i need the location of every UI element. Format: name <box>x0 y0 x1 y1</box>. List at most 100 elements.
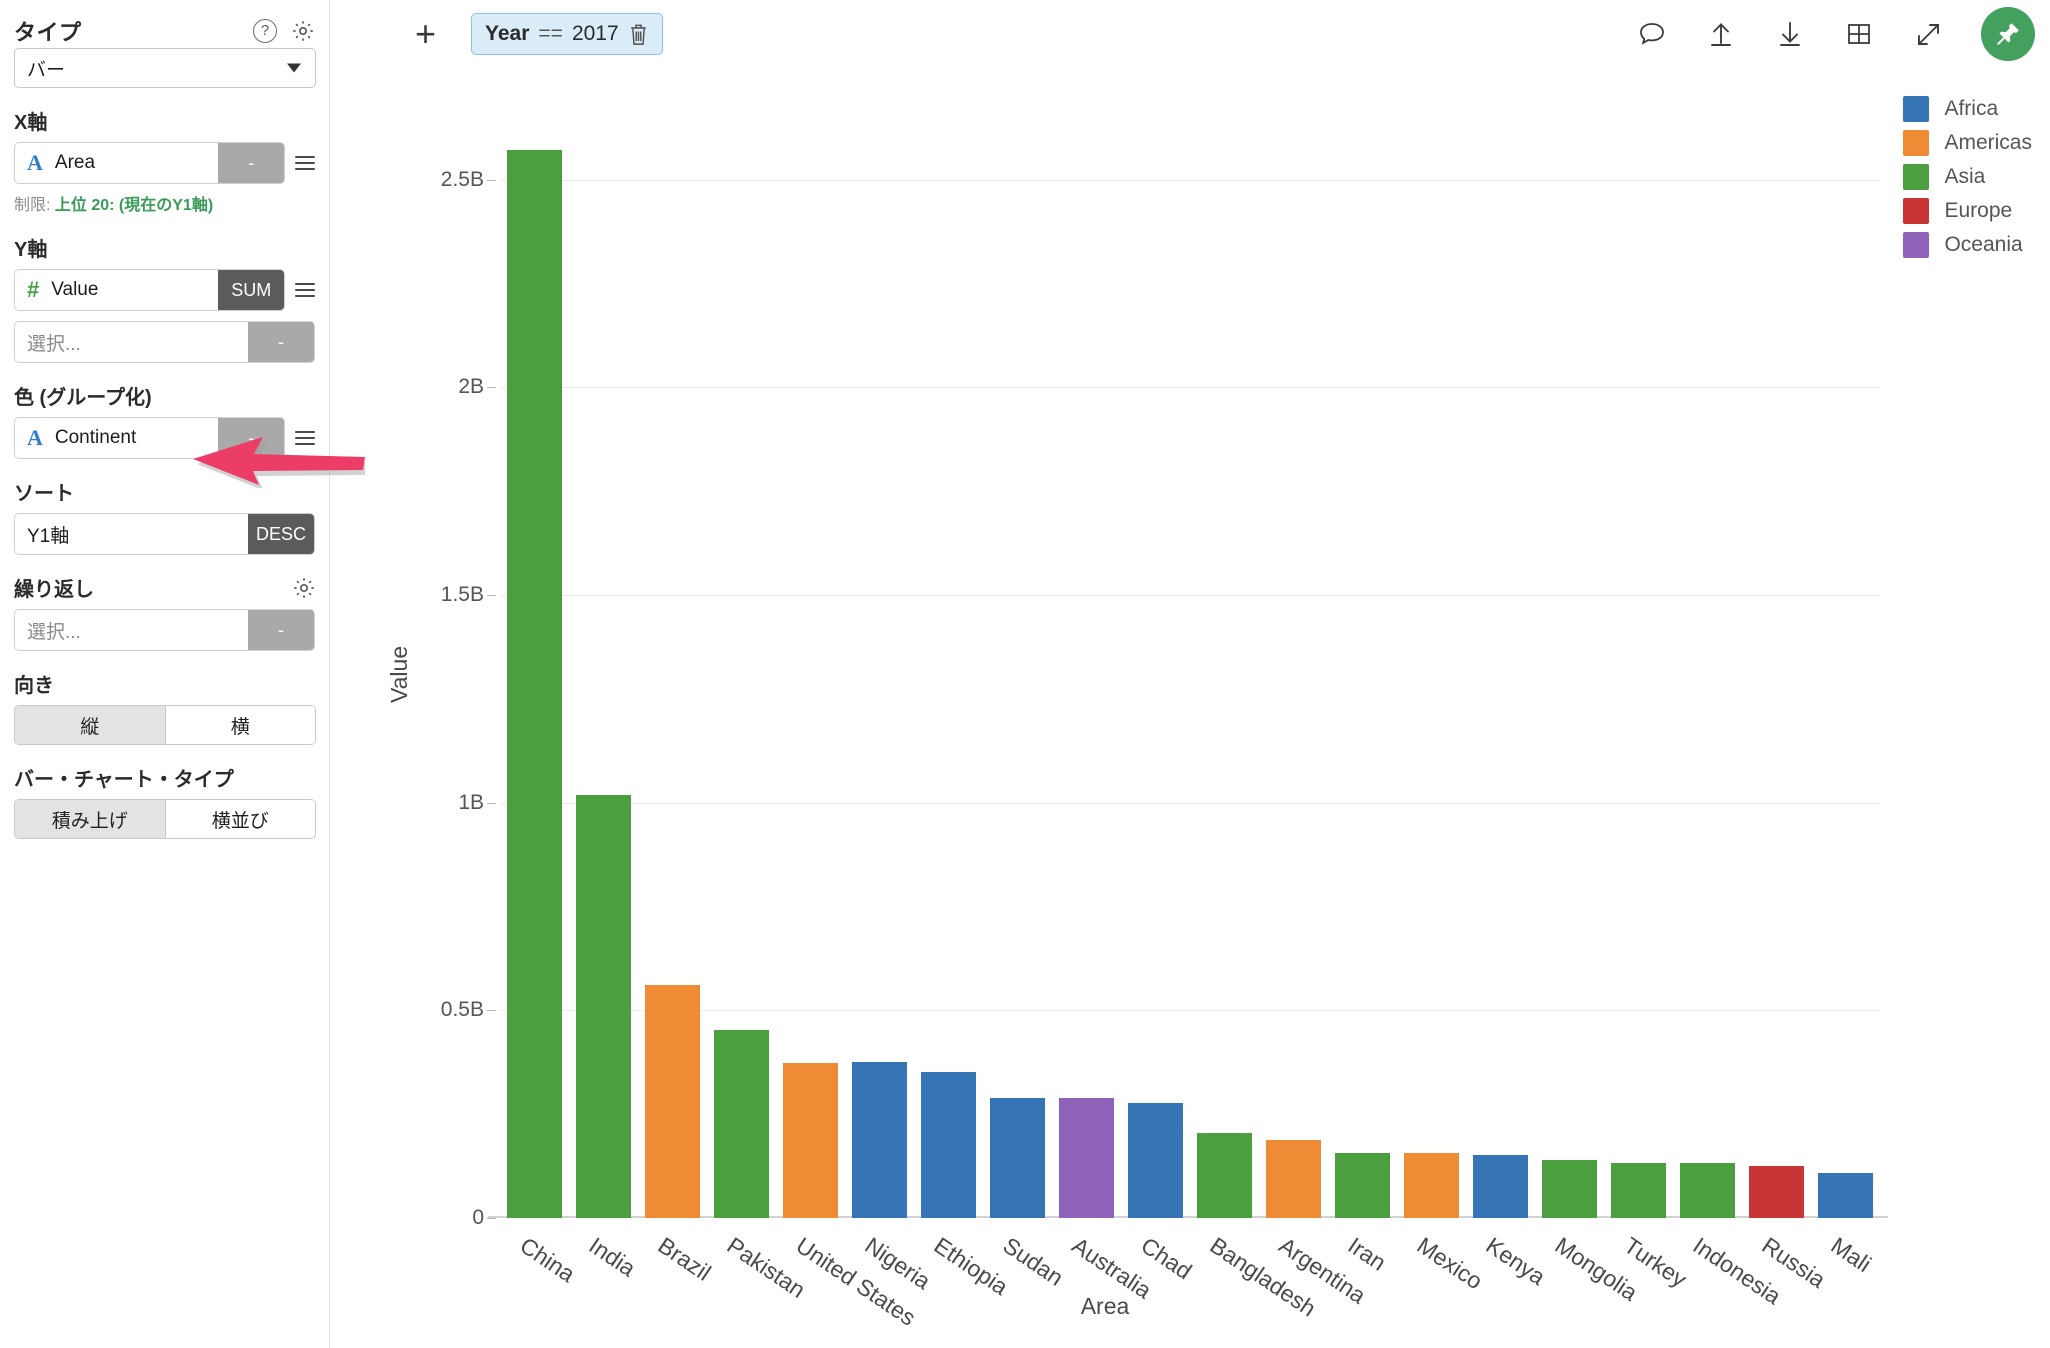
legend-item-europe[interactable]: Europe <box>1903 198 2032 224</box>
question-mark-circle-icon[interactable]: ? <box>253 19 277 43</box>
trash-icon[interactable] <box>628 23 649 46</box>
x-axis-tick-label: Mexico <box>1412 1232 1488 1295</box>
y-axis-tick-label: 2B <box>458 375 484 399</box>
repeat-field-box[interactable]: 選択... - <box>14 609 315 651</box>
bar-australia[interactable] <box>1059 1098 1114 1218</box>
y-axis-label: Y軸 <box>14 239 48 261</box>
x-axis-agg-chip[interactable]: - <box>218 143 285 183</box>
bar-argentina[interactable] <box>1266 1139 1321 1218</box>
color-group-field-box[interactable]: A Continent - <box>14 417 286 459</box>
color-group-field-name[interactable]: A Continent <box>15 425 218 451</box>
x-axis-tick-label: Mali <box>1826 1232 1877 1278</box>
download-icon[interactable] <box>1774 18 1806 50</box>
x-axis-field-box[interactable]: A Area - <box>14 142 286 184</box>
chevron-down-icon <box>287 63 301 73</box>
legend-swatch-icon <box>1903 96 1930 122</box>
bar-chart-type-toggle: 積み上げ 横並び <box>14 799 316 839</box>
legend-item-africa[interactable]: Africa <box>1903 96 2032 122</box>
x-axis-label: X軸 <box>14 112 48 134</box>
y-axis-tick-mark <box>487 802 496 804</box>
legend-label: Oceania <box>1944 233 2023 256</box>
chart-type-select[interactable]: バー <box>14 48 316 88</box>
bar-ethiopia[interactable] <box>921 1071 976 1218</box>
legend-item-americas[interactable]: Americas <box>1903 130 2032 156</box>
y-axis-tick-label: 0.5B <box>440 998 484 1022</box>
repeat-agg-chip[interactable]: - <box>248 610 314 650</box>
bar-pakistan[interactable] <box>714 1029 769 1218</box>
y-axis-tick-mark <box>487 387 496 389</box>
color-group-label: 色 (グループ化) <box>14 387 152 409</box>
table-icon[interactable] <box>1843 18 1875 50</box>
upload-icon[interactable] <box>1705 18 1737 50</box>
y-axis-second-field-box[interactable]: 選択... - <box>14 321 315 363</box>
x-axis-tick-label: Brazil <box>653 1232 716 1286</box>
repeat-field-placeholder[interactable]: 選択... <box>15 617 248 644</box>
bar-china[interactable] <box>507 149 562 1218</box>
bar-chart-type-label: バー・チャート・タイプ <box>14 769 234 791</box>
y-axis-field-name[interactable]: # Value <box>15 277 218 303</box>
sort-field-name[interactable]: Y1軸 <box>15 521 248 548</box>
x-axis-field-name[interactable]: A Area <box>15 150 218 176</box>
orientation-option-vertical[interactable]: 縦 <box>15 706 165 744</box>
y-axis-tick-mark <box>487 1218 496 1219</box>
x-axis-field-row: A Area - <box>14 142 315 184</box>
add-filter-button[interactable]: + <box>415 16 436 52</box>
y-axis-menu-icon[interactable] <box>295 283 315 297</box>
toolbar-actions <box>1636 7 2035 61</box>
bar-kenya[interactable] <box>1473 1154 1528 1218</box>
y-axis-field-value: Value <box>51 279 99 300</box>
gear-icon[interactable] <box>291 19 315 43</box>
bar-russia[interactable] <box>1749 1166 1804 1218</box>
x-axis-tick-label: India <box>584 1232 641 1282</box>
sort-direction-chip[interactable]: DESC <box>248 514 314 554</box>
bar-chad[interactable] <box>1128 1102 1183 1218</box>
bar-nigeria[interactable] <box>852 1061 907 1218</box>
bar-bangladesh[interactable] <box>1197 1132 1252 1218</box>
legend-item-asia[interactable]: Asia <box>1903 164 2032 190</box>
legend-label: Asia <box>1944 165 1986 188</box>
pin-icon[interactable] <box>1981 7 2035 61</box>
bar-iran[interactable] <box>1335 1152 1390 1218</box>
bar-series: China India Brazil Pakistan United States Nig… <box>500 130 1880 1331</box>
y-axis-field-box[interactable]: # Value SUM <box>14 269 286 311</box>
bar-turkey[interactable] <box>1611 1162 1666 1218</box>
bar-indonesia[interactable] <box>1680 1162 1735 1218</box>
bar-sudan[interactable] <box>990 1098 1045 1218</box>
gear-icon[interactable] <box>292 576 316 600</box>
repeat-label: 繰り返し <box>14 579 94 601</box>
x-axis-limit-value[interactable]: 上位 20: (現在のY1軸) <box>55 197 213 214</box>
sort-label: ソート <box>14 483 74 505</box>
color-group-agg-chip[interactable]: - <box>218 418 285 458</box>
bar-united-states[interactable] <box>783 1063 838 1218</box>
y-axis-tick-mark <box>487 179 496 181</box>
sort-field-value: Y1軸 <box>27 525 70 547</box>
bar-mongolia[interactable] <box>1542 1159 1597 1218</box>
filter-value: 2017 <box>571 22 619 45</box>
x-axis-menu-icon[interactable] <box>295 156 315 170</box>
y-axis-second-agg-chip[interactable]: - <box>248 322 314 362</box>
y-axis-agg-chip[interactable]: SUM <box>218 270 285 310</box>
chart-config-sidebar: タイプ ? バー X軸 A Area - 制限: 上位 20: (現在のY1軸)… <box>0 0 330 1348</box>
bar-brazil[interactable] <box>645 985 700 1218</box>
bar-india[interactable] <box>576 794 631 1218</box>
legend-item-oceania[interactable]: Oceania <box>1903 232 2032 258</box>
string-type-icon: A <box>27 150 43 175</box>
filter-chip-year[interactable]: Year == 2017 <box>471 13 663 55</box>
app-root: タイプ ? バー X軸 A Area - 制限: 上位 20: (現在のY1軸)… <box>0 0 2050 1348</box>
y-axis-tick-mark <box>487 595 496 597</box>
orientation-label: 向き <box>14 675 54 697</box>
y-axis-field-row: # Value SUM <box>14 269 315 311</box>
sort-field-box[interactable]: Y1軸 DESC <box>14 513 315 555</box>
sort-field-row: Y1軸 DESC <box>14 513 315 555</box>
y-axis-tick-label: 0 <box>472 1206 484 1229</box>
bar-mexico[interactable] <box>1404 1152 1459 1218</box>
expand-icon[interactable] <box>1912 18 1944 50</box>
comment-icon[interactable] <box>1636 18 1668 50</box>
bar-chart-type-option-stacked[interactable]: 積み上げ <box>15 800 165 838</box>
bar-chart-type-option-grouped[interactable]: 横並び <box>164 800 315 838</box>
color-group-menu-icon[interactable] <box>295 431 315 445</box>
color-group-field-value: Continent <box>54 427 137 448</box>
bar-mali[interactable] <box>1818 1173 1873 1218</box>
y-axis-second-field-placeholder[interactable]: 選択... <box>15 329 248 356</box>
orientation-option-horizontal[interactable]: 横 <box>164 706 315 744</box>
